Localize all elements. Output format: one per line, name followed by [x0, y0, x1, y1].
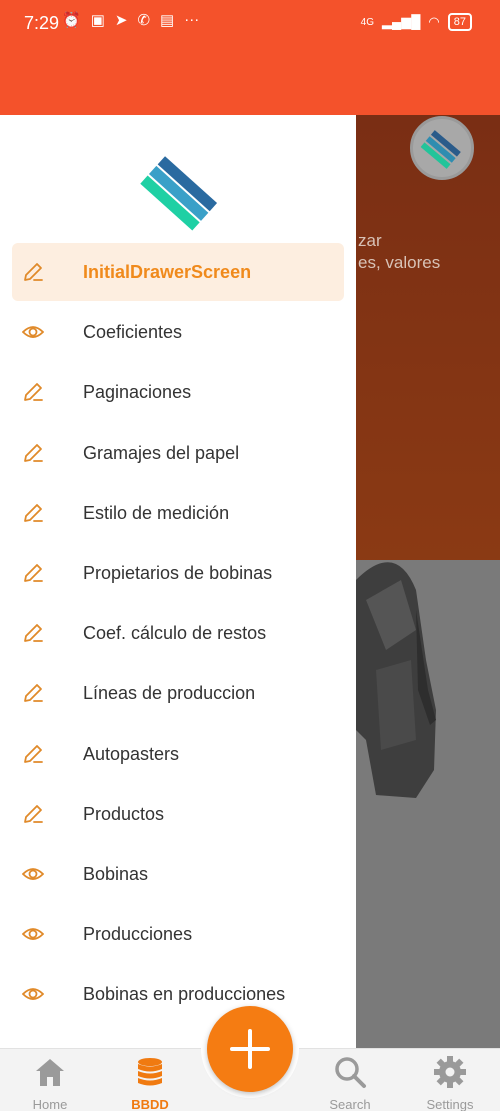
- wifi-icon: ◠: [428, 14, 440, 29]
- system-icons: 4G ▂▄▆█ ◠ 87: [361, 13, 472, 31]
- drawer-item-label: InitialDrawerScreen: [83, 262, 252, 282]
- drawer-item-label: Estilo de medición: [83, 502, 230, 523]
- drawer-item-lineas-de-produccion[interactable]: Líneas de produccion: [12, 664, 344, 722]
- tab-bbdd[interactable]: BBDD: [100, 1049, 200, 1111]
- drawer-item-estilo-de-medicion[interactable]: Estilo de medición: [12, 484, 344, 542]
- eye-icon: [21, 321, 45, 343]
- status-bar: 7:29 ⏰ ▣ ➤ ✆ ▤ ··· 4G ▂▄▆█ ◠ 87: [0, 0, 500, 46]
- pencil-icon: [22, 442, 44, 464]
- drawer-item-autopasters[interactable]: Autopasters: [12, 725, 344, 783]
- signal-icon: ▂▄▆█: [381, 14, 421, 29]
- pencil-icon: [22, 381, 44, 403]
- tab-settings[interactable]: Settings: [400, 1049, 500, 1111]
- pencil-icon: [22, 682, 44, 704]
- database-icon: [138, 1058, 162, 1086]
- drawer-item-coeficientes[interactable]: Coeficientes: [12, 303, 344, 361]
- drawer-item-productos[interactable]: Productos: [12, 785, 344, 843]
- app-logo-icon: [420, 130, 461, 169]
- drawer-item-label: Gramajes del papel: [83, 442, 240, 463]
- app-logo-icon: [140, 156, 218, 231]
- drawer-item-label: Bobinas: [83, 864, 149, 884]
- user-avatar[interactable]: [410, 116, 474, 180]
- drawer-item-label: Producciones: [83, 924, 193, 945]
- navigation-drawer: InitialDrawerScreen Coeficientes Paginacio…: [0, 115, 356, 1050]
- battery-icon: 87: [447, 13, 472, 31]
- hero-background: [356, 115, 500, 570]
- drawer-item-paginaciones[interactable]: Paginaciones: [12, 363, 344, 421]
- pencil-icon: [22, 743, 44, 765]
- elephant-illustration: [356, 562, 436, 798]
- drawer-item-label: Productos: [83, 803, 165, 824]
- notification-icons: ⏰ ▣ ➤ ✆ ▤ ···: [62, 11, 199, 29]
- tab-bbdd-label: BBDD: [131, 1097, 169, 1111]
- pencil-icon: [22, 562, 44, 584]
- more-dots-icon: ···: [184, 11, 200, 28]
- drawer-item-label: Coef. cálculo de restos: [83, 623, 267, 644]
- network-label: 4G: [360, 16, 374, 28]
- nfc-icon: ▣: [90, 12, 105, 29]
- tab-home[interactable]: Home: [0, 1049, 100, 1111]
- missed-call-icon: ✆: [137, 12, 151, 29]
- drawer-item-bobinas-en-producciones[interactable]: Bobinas en producciones: [12, 965, 344, 1023]
- tab-settings-label: Settings: [426, 1097, 474, 1111]
- hero-text-line2: es, valores: [358, 253, 441, 272]
- alarm-icon: ⏰: [62, 12, 81, 29]
- hero-text-line1: zar: [358, 231, 382, 250]
- tab-search[interactable]: Search: [300, 1049, 400, 1111]
- pencil-icon: [22, 502, 44, 524]
- tab-home-label: Home: [32, 1097, 68, 1111]
- drawer-item-coef-calculo-de-restos[interactable]: Coef. cálculo de restos: [12, 604, 344, 662]
- drawer-item-initialdrawerscreen[interactable]: InitialDrawerScreen: [12, 243, 344, 301]
- eye-icon: [21, 983, 45, 1005]
- drawer-item-propietarios-de-bobinas[interactable]: Propietarios de bobinas: [12, 544, 344, 602]
- message-icon: ▤: [160, 12, 175, 29]
- drawer-item-label: Coeficientes: [83, 322, 183, 343]
- drawer-item-label: Autopasters: [83, 743, 180, 764]
- pencil-icon: [22, 803, 44, 825]
- drawer-item-bobinas[interactable]: Bobinas: [12, 845, 344, 903]
- eye-icon: [21, 923, 45, 945]
- drawer-item-producciones[interactable]: Producciones: [12, 905, 344, 963]
- plus-icon: [230, 1029, 270, 1069]
- home-icon: [36, 1059, 64, 1086]
- eye-icon: [21, 863, 45, 885]
- drawer-item-label: Propietarios de bobinas: [83, 563, 273, 583]
- gear-icon: [434, 1056, 466, 1088]
- search-icon: [335, 1057, 366, 1088]
- drawer-item-label: Paginaciones: [83, 382, 192, 403]
- telegram-icon: ➤: [114, 12, 128, 29]
- pencil-icon: [22, 261, 44, 283]
- status-time: 7:29: [24, 13, 60, 33]
- tab-search-label: Search: [329, 1097, 371, 1111]
- drawer-item-label: Líneas de produccion: [83, 683, 256, 704]
- add-fab-button[interactable]: [201, 1000, 299, 1098]
- drawer-item-gramajes-del-papel[interactable]: Gramajes del papel: [12, 424, 344, 482]
- app-bar: 7:29 ⏰ ▣ ➤ ✆ ▤ ··· 4G ▂▄▆█ ◠ 87: [0, 0, 500, 115]
- pencil-icon: [22, 622, 44, 644]
